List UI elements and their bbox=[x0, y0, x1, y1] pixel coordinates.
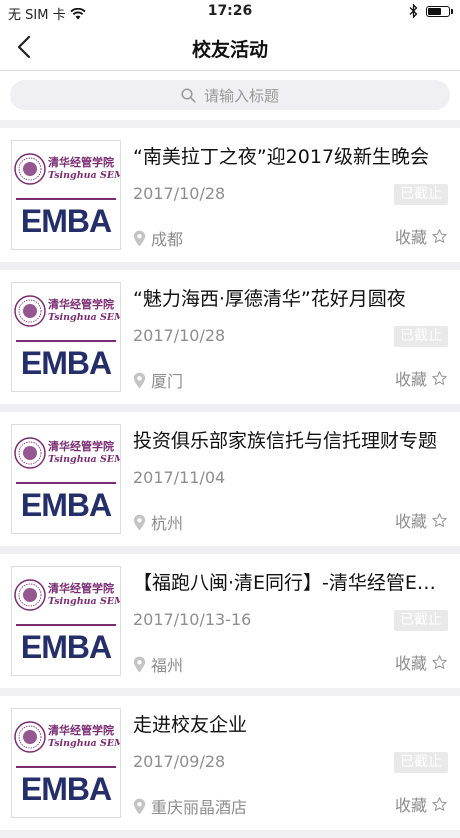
favorite-label: 收藏 bbox=[394, 512, 427, 531]
event-title: 投资俱乐部家族信托与信托理财专题 bbox=[133, 430, 438, 452]
event-location: 成都 bbox=[133, 226, 183, 250]
event-title: “南美拉丁之夜”迎2017级新生晚会 bbox=[133, 146, 430, 168]
logo-divider bbox=[16, 198, 116, 200]
logo-school-cn: 清华经管学院 bbox=[48, 440, 114, 454]
favorite-label: 收藏 bbox=[394, 370, 427, 389]
star-icon bbox=[432, 512, 447, 527]
event-date: 2017/10/13-16 bbox=[133, 610, 252, 629]
favorite-label: 收藏 bbox=[394, 654, 427, 673]
event-thumbnail: 清华经管学院 Tsinghua SEM EMBA bbox=[11, 708, 121, 818]
event-location-label: 厦门 bbox=[151, 372, 184, 391]
tsinghua-seal-icon bbox=[14, 437, 46, 469]
logo-divider bbox=[16, 340, 116, 342]
event-location-label: 成都 bbox=[151, 230, 184, 249]
logo-school-cn: 清华经管学院 bbox=[48, 724, 114, 738]
tsinghua-seal-icon bbox=[14, 579, 46, 611]
logo-school-en: Tsinghua SEM bbox=[48, 596, 121, 608]
event-thumbnail: 清华经管学院 Tsinghua SEM EMBA bbox=[11, 282, 121, 392]
favorite-button[interactable]: 收藏 bbox=[395, 650, 448, 674]
logo-school-en: Tsinghua SEM bbox=[48, 312, 121, 324]
event-date: 2017/09/28 bbox=[133, 752, 226, 771]
logo-program: EMBA bbox=[20, 487, 112, 523]
event-title: 走进校友企业 bbox=[133, 714, 248, 736]
tsinghua-seal-icon bbox=[14, 295, 46, 327]
event-card[interactable]: 清华经管学院 Tsinghua SEM EMBA 走进校友企业 2017/09/… bbox=[0, 696, 460, 830]
status-badge: 已截止 bbox=[394, 184, 448, 205]
event-date: 2017/10/28 bbox=[133, 184, 226, 203]
status-badge: 已截止 bbox=[394, 326, 448, 347]
search-input[interactable]: 请输入标题 bbox=[10, 80, 450, 110]
event-thumbnail: 清华经管学院 Tsinghua SEM EMBA bbox=[11, 424, 121, 534]
favorite-button[interactable]: 收藏 bbox=[395, 508, 448, 532]
logo-school-cn: 清华经管学院 bbox=[48, 298, 114, 312]
event-location: 福州 bbox=[133, 652, 183, 676]
event-date: 2017/11/04 bbox=[133, 468, 226, 487]
status-time: 17:26 bbox=[207, 3, 253, 19]
tsinghua-seal-icon bbox=[14, 721, 46, 753]
favorite-button[interactable]: 收藏 bbox=[395, 224, 448, 248]
status-bar: 无 SIM 卡 17:26 bbox=[0, 0, 460, 24]
status-badge: 已截止 bbox=[394, 752, 448, 773]
event-location: 厦门 bbox=[133, 368, 183, 392]
event-card[interactable]: 清华经管学院 Tsinghua SEM EMBA 投资俱乐部家族信托与信托理财专… bbox=[0, 412, 460, 546]
favorite-button[interactable]: 收藏 bbox=[395, 366, 448, 390]
logo-program: EMBA bbox=[20, 771, 112, 807]
star-icon bbox=[432, 654, 447, 669]
star-icon bbox=[432, 370, 447, 385]
status-badge: 已截止 bbox=[394, 610, 448, 631]
logo-school-en: Tsinghua SEM bbox=[48, 454, 121, 466]
logo-school-en: Tsinghua SEM bbox=[48, 170, 121, 182]
star-icon bbox=[432, 796, 447, 811]
page-title: 校友活动 bbox=[191, 39, 268, 61]
logo-program: EMBA bbox=[20, 345, 112, 381]
search-placeholder: 请输入标题 bbox=[203, 86, 279, 105]
favorite-label: 收藏 bbox=[394, 228, 427, 247]
event-location-label: 杭州 bbox=[151, 514, 184, 533]
location-pin-icon bbox=[133, 656, 146, 672]
logo-divider bbox=[16, 766, 116, 768]
battery-level bbox=[428, 7, 442, 15]
event-date: 2017/10/28 bbox=[133, 326, 226, 345]
nav-bar: 校友活动 bbox=[0, 24, 460, 71]
location-pin-icon bbox=[133, 514, 146, 530]
event-card[interactable]: 清华经管学院 Tsinghua SEM EMBA “南美拉丁之夜”迎2017级新… bbox=[0, 128, 460, 262]
star-icon bbox=[432, 228, 447, 243]
logo-school-cn: 清华经管学院 bbox=[48, 156, 114, 170]
event-card[interactable]: 清华经管学院 Tsinghua SEM EMBA “魅力海西·厚德清华”花好月圆… bbox=[0, 270, 460, 404]
logo-divider bbox=[16, 624, 116, 626]
event-thumbnail: 清华经管学院 Tsinghua SEM EMBA bbox=[11, 566, 121, 676]
bluetooth-icon bbox=[409, 4, 418, 18]
event-location: 杭州 bbox=[133, 510, 183, 534]
location-pin-icon bbox=[133, 230, 146, 246]
event-location-label: 福州 bbox=[151, 656, 184, 675]
logo-school-cn: 清华经管学院 bbox=[48, 582, 114, 596]
search-bar: 请输入标题 bbox=[0, 71, 460, 120]
favorite-label: 收藏 bbox=[394, 796, 427, 815]
location-pin-icon bbox=[133, 798, 146, 814]
event-location: 重庆丽晶酒店 bbox=[133, 794, 247, 818]
search-icon bbox=[181, 87, 196, 103]
event-list: 清华经管学院 Tsinghua SEM EMBA “南美拉丁之夜”迎2017级新… bbox=[0, 128, 460, 838]
event-location-label: 重庆丽晶酒店 bbox=[151, 798, 248, 817]
event-title: “魅力海西·厚德清华”花好月圆夜 bbox=[133, 288, 406, 310]
logo-divider bbox=[16, 482, 116, 484]
logo-program: EMBA bbox=[20, 629, 112, 665]
logo-program: EMBA bbox=[20, 203, 112, 239]
event-thumbnail: 清华经管学院 Tsinghua SEM EMBA bbox=[11, 140, 121, 250]
logo-school-en: Tsinghua SEM bbox=[48, 738, 121, 750]
event-card[interactable]: 清华经管学院 Tsinghua SEM EMBA 【福跑八闽·清E同行】-清华经… bbox=[0, 554, 460, 688]
favorite-button[interactable]: 收藏 bbox=[395, 792, 448, 816]
location-pin-icon bbox=[133, 372, 146, 388]
tsinghua-seal-icon bbox=[14, 153, 46, 185]
event-title: 【福跑八闽·清E同行】-清华经管EMBA bbox=[133, 572, 448, 594]
battery-icon bbox=[426, 5, 453, 17]
